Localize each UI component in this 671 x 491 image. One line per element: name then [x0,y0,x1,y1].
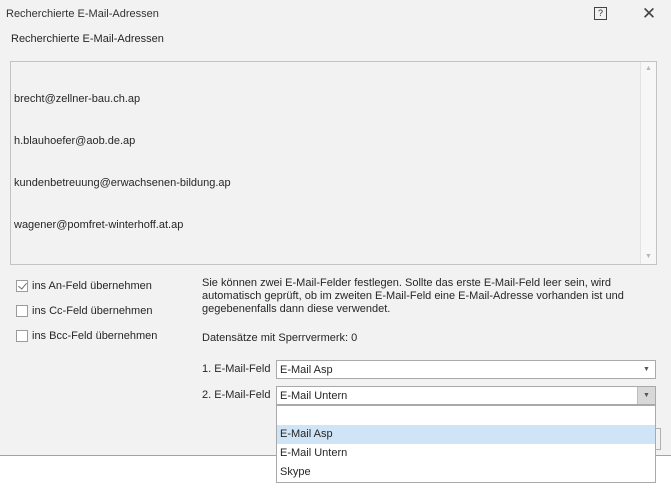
dialog-window: Recherchierte E-Mail-Adressen ? ✕ Recher… [0,0,671,456]
checkbox-bcc-label: ins Bcc-Feld übernehmen [32,330,158,342]
checkbox-an-field[interactable]: ins An-Feld übernehmen [16,280,152,292]
field2-label: 2. E-Mail-Feld [202,389,271,401]
checkbox-cc-field[interactable]: ins Cc-Feld übernehmen [16,305,152,317]
title-bar: Recherchierte E-Mail-Adressen ? ✕ [0,0,671,30]
dropdown-option-skype[interactable]: Skype [277,463,655,482]
email-field-1-select[interactable]: E-Mail Asp ▼ [276,360,656,379]
help-icon[interactable]: ? [594,7,607,20]
email-item: brecht@zellner-bau.ch.ap [14,93,141,105]
checkbox-bcc-field[interactable]: ins Bcc-Feld übernehmen [16,330,157,342]
checkbox-an[interactable] [16,280,28,292]
chevron-down-icon[interactable]: ▼ [637,387,655,404]
dropdown-option-email-untern[interactable]: E-Mail Untern [277,444,655,463]
email-list: brecht@zellner-bau.ch.ap h.blauhoefer@ao… [14,64,231,260]
vertical-scrollbar[interactable]: ▲ ▼ [640,62,656,264]
checkbox-cc-label: ins Cc-Feld übernehmen [32,305,153,317]
email-item: h.blauhoefer@aob.de.ap [14,135,136,147]
info-text: Sie können zwei E-Mail-Felder festlegen.… [202,277,624,315]
partially-hidden-button[interactable] [656,428,661,450]
email-item: kundenbetreuung@erwachsenen-bildung.ap [14,177,231,189]
close-icon[interactable]: ✕ [638,2,660,26]
dropdown-option-empty[interactable] [277,406,655,425]
field1-label: 1. E-Mail-Feld [202,363,271,375]
scroll-up-icon[interactable]: ▲ [641,62,656,76]
checkbox-an-label: ins An-Feld übernehmen [32,280,152,292]
email-list-textarea[interactable]: brecht@zellner-bau.ch.ap h.blauhoefer@ao… [10,61,657,265]
email-item: wagener@pomfret-winterhoff.at.ap [14,219,184,231]
checkbox-bcc[interactable] [16,330,28,342]
email-field-2-value: E-Mail Untern [280,390,348,402]
checkbox-cc[interactable] [16,305,28,317]
chevron-down-icon[interactable]: ▼ [638,361,655,378]
window-title: Recherchierte E-Mail-Adressen [6,8,159,20]
locked-records-count: Datensätze mit Sperrvermerk: 0 [202,332,358,344]
scroll-down-icon[interactable]: ▼ [641,250,656,264]
email-field-2-dropdown: E-Mail Asp E-Mail Untern Skype [276,405,656,483]
section-label: Recherchierte E-Mail-Adressen [11,33,164,45]
dropdown-option-email-asp[interactable]: E-Mail Asp [277,425,655,444]
email-field-2-select[interactable]: E-Mail Untern ▼ [276,386,656,405]
email-field-1-value: E-Mail Asp [280,364,333,376]
